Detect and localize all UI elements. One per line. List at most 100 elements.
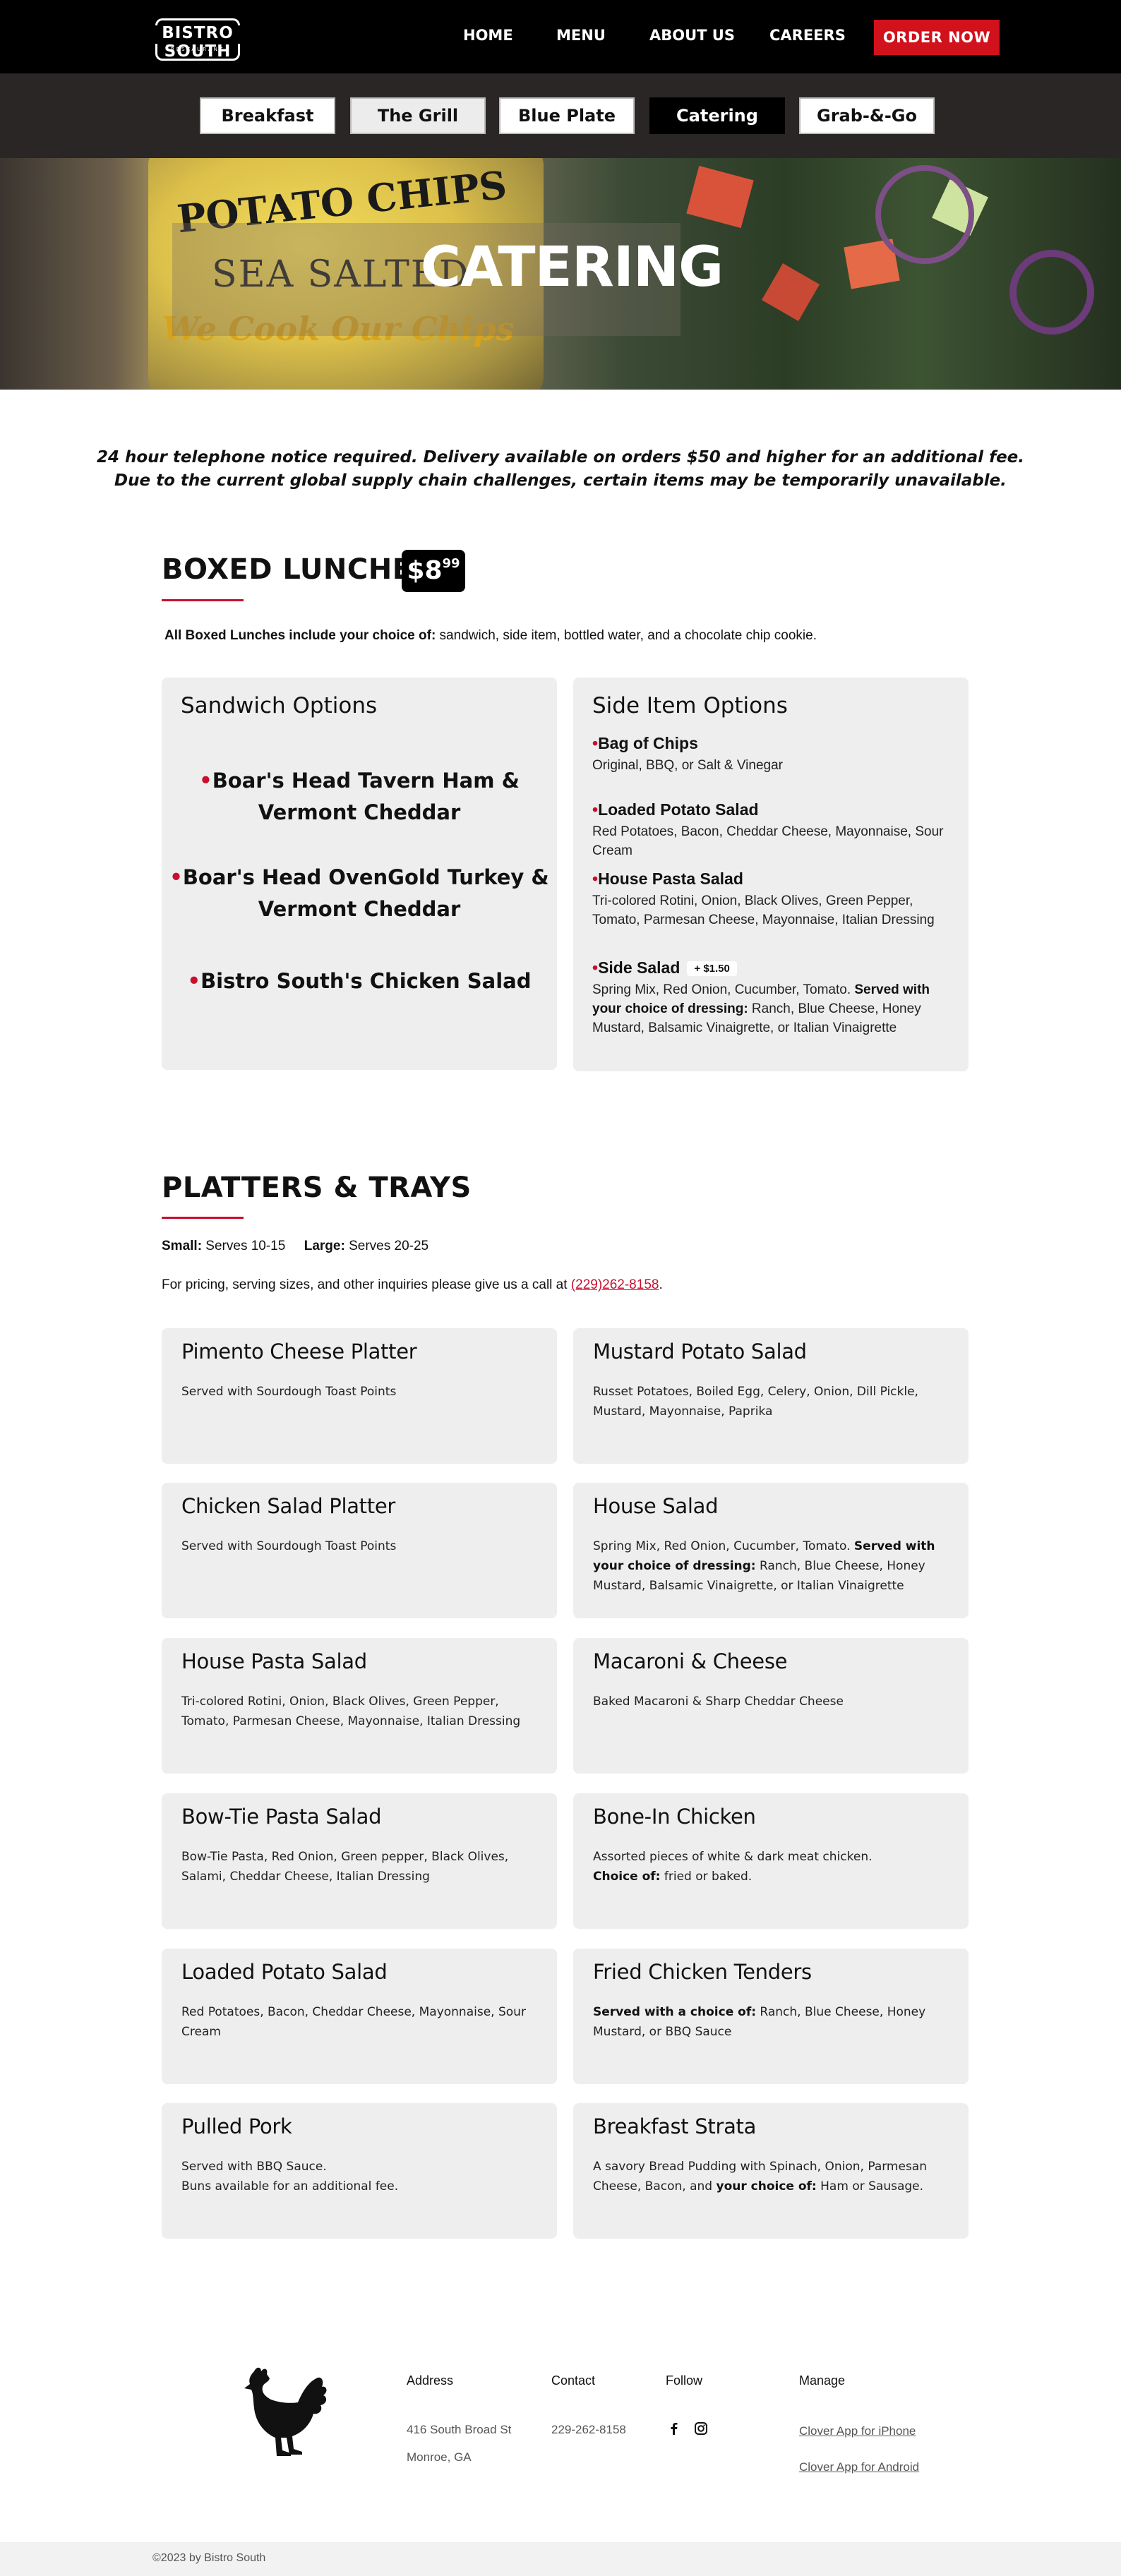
- desc-line-1: Served with BBQ Sauce.: [181, 2160, 327, 2174]
- intro-rest: sandwich, side item, bottled water, and …: [436, 628, 817, 643]
- tray-card: Breakfast Strata A savory Bread Pudding …: [573, 2103, 969, 2239]
- bullet-icon: •: [199, 769, 212, 793]
- side-item: •Bag of Chips Original, BBQ, or Salt & V…: [592, 734, 959, 775]
- bullet-icon: •: [592, 869, 599, 888]
- desc-bold: Served with a choice of:: [593, 2005, 757, 2019]
- heading-underline: [162, 1217, 244, 1219]
- sandwich-line-1: Boar's Head OvenGold Turkey &: [182, 865, 549, 889]
- tray-card: Pulled Pork Served with BBQ Sauce. Buns a…: [162, 2103, 557, 2239]
- category-blue-plate-button[interactable]: Blue Plate: [499, 97, 635, 134]
- side-item: •House Pasta Salad Tri-colored Rotini, O…: [592, 869, 959, 929]
- desc-end: fried or baked.: [660, 1870, 753, 1884]
- boxed-lunches-heading: BOXED LUNCHES: [162, 553, 433, 586]
- side-item-desc: Tri-colored Rotini, Onion, Black Olives,…: [592, 893, 935, 927]
- footer-contact-heading: Contact: [551, 2373, 596, 2388]
- side-item-desc: Red Potatoes, Bacon, Cheddar Cheese, May…: [592, 824, 944, 858]
- nav-about-link[interactable]: ABOUT US: [649, 27, 735, 44]
- category-grab-and-go-button[interactable]: Grab-&-Go: [799, 97, 935, 134]
- side-options-title: Side Item Options: [592, 693, 788, 718]
- nav-home-link[interactable]: HOME: [463, 27, 513, 44]
- tray-desc: Russet Potatoes, Boiled Egg, Celery, Oni…: [593, 1385, 918, 1419]
- boxed-lunch-intro: All Boxed Lunches include your choice of…: [164, 628, 817, 644]
- side-item-name: House Pasta Salad: [598, 869, 743, 888]
- tray-name: House Salad: [593, 1494, 719, 1518]
- tray-name: Fried Chicken Tenders: [593, 1960, 812, 1984]
- footer-manage-heading: Manage: [799, 2373, 846, 2388]
- footer-follow-heading: Follow: [666, 2373, 703, 2388]
- top-navigation-bar: BISTRO SOUTH RESTAURANT HOME MENU ABOUT …: [0, 0, 1121, 73]
- instagram-icon[interactable]: [693, 2421, 709, 2436]
- tray-desc: Assorted pieces of white & dark meat chi…: [593, 1847, 946, 1886]
- nav-menu-link[interactable]: MENU: [556, 27, 606, 44]
- copyright-text: ©2023 by Bistro South: [152, 2552, 266, 2564]
- tray-desc: Served with Sourdough Toast Points: [181, 1385, 397, 1399]
- bullet-icon: •: [592, 958, 599, 977]
- bullet-icon: •: [592, 734, 599, 752]
- tray-name: Bow-Tie Pasta Salad: [181, 1805, 382, 1829]
- tray-card: Pimento Cheese Platter Served with Sourd…: [162, 1328, 557, 1464]
- side-item-name: Side Salad: [598, 958, 681, 977]
- tray-desc: Served with BBQ Sauce. Buns available for…: [181, 2157, 534, 2196]
- add-on-price-badge: + $1.50: [687, 961, 737, 977]
- side-item-options-panel: Side Item Options •Bag of Chips Original…: [573, 678, 969, 1071]
- phone-link[interactable]: (229)262-8158: [571, 1277, 659, 1292]
- pricing-end: .: [659, 1277, 663, 1292]
- price-dollars: $8: [407, 556, 443, 585]
- tray-card: Bone-In Chicken Assorted pieces of white…: [573, 1793, 969, 1929]
- desc-bold: your choice of:: [716, 2179, 817, 2193]
- category-grill-button[interactable]: The Grill: [350, 97, 486, 134]
- bistro-south-logo[interactable]: BISTRO SOUTH RESTAURANT: [134, 18, 261, 62]
- tray-sizes: Small: Serves 10-15 Large: Serves 20-25: [162, 1239, 428, 1254]
- sandwich-line-1: Bistro South's Chicken Salad: [200, 969, 532, 993]
- tray-name: Pimento Cheese Platter: [181, 1340, 417, 1364]
- sandwich-option: •Bistro South's Chicken Salad: [162, 965, 557, 997]
- menu-category-bar: Breakfast The Grill Blue Plate Catering …: [0, 73, 1121, 158]
- order-now-button[interactable]: ORDER NOW: [874, 20, 1000, 55]
- small-size-label: Small:: [162, 1239, 203, 1253]
- large-size-label: Large:: [304, 1239, 345, 1253]
- footer-address-line-2: Monroe, GA: [407, 2450, 472, 2464]
- footer-bottom-bar: ©2023 by Bistro South: [0, 2542, 1121, 2576]
- tray-card: Bow-Tie Pasta Salad Bow-Tie Pasta, Red O…: [162, 1793, 557, 1929]
- heading-underline: [162, 599, 244, 601]
- desc-start: Spring Mix, Red Onion, Cucumber, Tomato.: [592, 982, 855, 997]
- desc-bold: Choice of:: [593, 1870, 661, 1884]
- footer-phone: 229-262-8158: [551, 2423, 626, 2436]
- sandwich-line-1: Boar's Head Tavern Ham &: [212, 769, 520, 793]
- footer-address-line-1: 416 South Broad St: [407, 2423, 512, 2436]
- tray-desc: Baked Macaroni & Sharp Cheddar Cheese: [593, 1695, 844, 1709]
- large-size-value: Serves 20-25: [344, 1239, 429, 1253]
- facebook-icon[interactable]: [666, 2421, 682, 2436]
- sandwich-line-2: Vermont Cheddar: [258, 800, 461, 824]
- side-item: •Loaded Potato Salad Red Potatoes, Bacon…: [592, 800, 959, 860]
- side-item: •Side Salad + $1.50 Spring Mix, Red Onion…: [592, 958, 959, 1037]
- bullet-icon: •: [187, 969, 201, 993]
- tray-desc: Bow-Tie Pasta, Red Onion, Green pepper, …: [181, 1850, 509, 1884]
- bullet-icon: •: [169, 865, 183, 889]
- tray-name: Pulled Pork: [181, 2114, 292, 2138]
- small-size-value: Serves 10-15: [202, 1239, 286, 1253]
- footer-address-heading: Address: [407, 2373, 454, 2388]
- salad-tomato: [686, 165, 754, 229]
- category-catering-button[interactable]: Catering: [649, 97, 785, 134]
- rooster-logo-icon: [244, 2367, 327, 2456]
- sandwich-options-title: Sandwich Options: [181, 693, 378, 718]
- tray-card: Mustard Potato Salad Russet Potatoes, Bo…: [573, 1328, 969, 1464]
- tray-name: Mustard Potato Salad: [593, 1340, 807, 1364]
- notice-line-2: Due to the current global supply chain c…: [114, 471, 1007, 490]
- sandwich-option: •Boar's Head Tavern Ham & Vermont Chedda…: [162, 765, 557, 829]
- tray-name: Macaroni & Cheese: [593, 1649, 788, 1673]
- tray-card: House Salad Spring Mix, Red Onion, Cucum…: [573, 1483, 969, 1618]
- price-cents: 99: [442, 556, 460, 571]
- notice-line-1: 24 hour telephone notice required. Deliv…: [96, 448, 1025, 467]
- sandwich-line-2: Vermont Cheddar: [258, 897, 461, 921]
- nav-careers-link[interactable]: CAREERS: [769, 27, 846, 44]
- side-item-name: Loaded Potato Salad: [598, 800, 759, 819]
- tray-card: Macaroni & Cheese Baked Macaroni & Sharp…: [573, 1638, 969, 1774]
- clover-iphone-link[interactable]: Clover App for iPhone: [799, 2424, 916, 2438]
- category-breakfast-button[interactable]: Breakfast: [200, 97, 335, 134]
- side-item-desc: Spring Mix, Red Onion, Cucumber, Tomato.…: [592, 980, 959, 1037]
- clover-android-link[interactable]: Clover App for Android: [799, 2460, 919, 2474]
- page-title: CATERING: [420, 236, 724, 299]
- tray-desc: Served with a choice of: Ranch, Blue Che…: [593, 2002, 946, 2042]
